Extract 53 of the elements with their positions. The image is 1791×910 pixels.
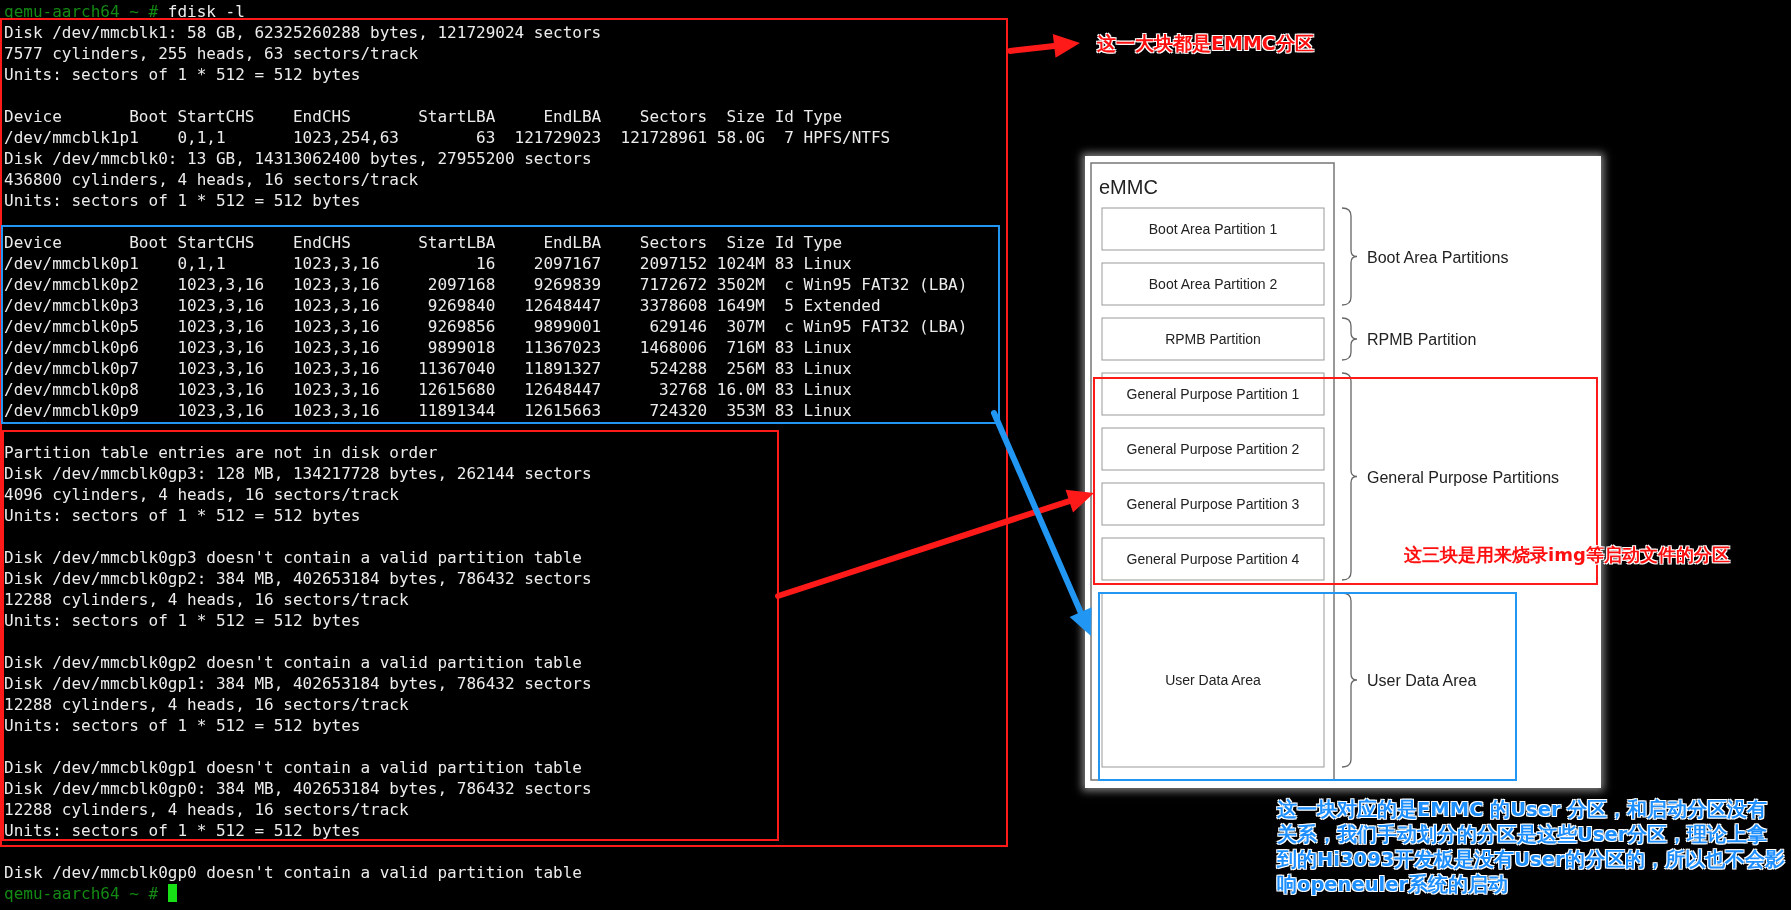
partition-block: RPMB Partition [1101, 317, 1325, 361]
partition-block: General Purpose Partition 3 [1101, 482, 1325, 526]
terminal-line: Units: sectors of 1 * 512 = 512 bytes [4, 715, 361, 736]
curly-brace [1341, 317, 1358, 361]
terminal-line: Units: sectors of 1 * 512 = 512 bytes [4, 505, 361, 526]
terminal-line: 12288 cylinders, 4 heads, 16 sectors/track [4, 589, 409, 610]
partition-block: Boot Area Partition 2 [1101, 262, 1325, 306]
terminal-line: Disk /dev/mmcblk0gp2 doesn't contain a valid partition table [4, 652, 582, 673]
partition-block: General Purpose Partition 1 [1101, 372, 1325, 416]
annotation-text: 这一块对应的是EMMC 的User 分区，和启动分区没有关系，我们手动划分的分区是这些User分区，理论上拿到的Hi3093开发板是没有User的分区的，所以也不会影响openeuler系统的启动 [1277, 797, 1785, 897]
annotation-text: 这一大块都是EMMC分区 [1097, 31, 1314, 56]
terminal-line: Disk /dev/mmcblk1: 58 GB, 62325260288 bytes, 121729024 sectors [4, 22, 602, 43]
partition-block: General Purpose Partition 4 [1101, 537, 1325, 581]
terminal-line: 436800 cylinders, 4 heads, 16 sectors/track [4, 169, 419, 190]
terminal-line: Disk /dev/mmcblk0gp3 doesn't contain a valid partition table [4, 547, 582, 568]
terminal-line: Partition table entries are not in disk order [4, 442, 438, 463]
terminal-line: /dev/mmcblk0p7 1023,3,16 1023,3,16 11367040 11891327 524288 256M 83 Linux [4, 358, 852, 379]
group-label: RPMB Partition [1367, 331, 1477, 348]
terminal-line: Disk /dev/mmcblk0gp1 doesn't contain a valid partition table [4, 757, 582, 778]
terminal-line: 12288 cylinders, 4 heads, 16 sectors/track [4, 799, 409, 820]
terminal-line: Units: sectors of 1 * 512 = 512 bytes [4, 610, 361, 631]
shell-prompt: qemu-aarch64 ~ # [4, 884, 159, 903]
terminal-line: /dev/mmcblk1p1 0,1,1 1023,254,63 63 121729023 121728961 58.0G 7 HPFS/NTFS [4, 127, 891, 148]
group-label: Boot Area Partitions [1367, 248, 1509, 266]
terminal-line: Units: sectors of 1 * 512 = 512 bytes [4, 190, 361, 211]
shell-prompt: qemu-aarch64 ~ # [4, 2, 159, 21]
terminal-line: Units: sectors of 1 * 512 = 512 bytes [4, 64, 361, 85]
diagram-title: eMMC [1099, 176, 1158, 198]
group-label: User Data Area [1367, 672, 1477, 689]
partition-block: User Data Area [1101, 592, 1325, 768]
terminal-line: 4096 cylinders, 4 heads, 16 sectors/track [4, 484, 399, 505]
terminal-line: /dev/mmcblk0p8 1023,3,16 1023,3,16 12615680 12648447 32768 16.0M 83 Linux [4, 379, 852, 400]
partition-block: Boot Area Partition 1 [1101, 207, 1325, 251]
terminal-line: /dev/mmcblk0p3 1023,3,16 1023,3,16 9269840 12648447 3378608 1649M 5 Extended [4, 295, 881, 316]
terminal-line: Units: sectors of 1 * 512 = 512 bytes [4, 820, 361, 841]
terminal-line: Disk /dev/mmcblk0gp2: 384 MB, 402653184 bytes, 786432 sectors [4, 568, 592, 589]
terminal-line: 12288 cylinders, 4 heads, 16 sectors/track [4, 694, 409, 715]
terminal-line: Device Boot StartCHS EndCHS StartLBA EndLBA Sectors Size Id Type [4, 232, 843, 253]
terminal-line: Disk /dev/mmcblk0gp0: 384 MB, 402653184 bytes, 786432 sectors [4, 778, 592, 799]
shell-command: fdisk -l [167, 2, 245, 21]
terminal-line: /dev/mmcblk0p2 1023,3,16 1023,3,16 2097168 9269839 7172672 3502M c Win95 FAT32 (LBA) [4, 274, 968, 295]
terminal-line: /dev/mmcblk0p5 1023,3,16 1023,3,16 9269856 9899001 629146 307M c Win95 FAT32 (LBA) [4, 316, 968, 337]
terminal-line: /dev/mmcblk0p6 1023,3,16 1023,3,16 9899018 11367023 1468006 716M 83 Linux [4, 337, 852, 358]
terminal-line: /dev/mmcblk0p9 1023,3,16 1023,3,16 11891344 12615663 724320 353M 83 Linux [4, 400, 852, 421]
terminal-line: Disk /dev/mmcblk0: 13 GB, 14313062400 bytes, 27955200 sectors [4, 148, 592, 169]
partition-block: General Purpose Partition 2 [1101, 427, 1325, 471]
group-label: General Purpose Partitions [1367, 468, 1560, 486]
terminal-line: Disk /dev/mmcblk0gp1: 384 MB, 402653184 bytes, 786432 sectors [4, 673, 592, 694]
terminal-line: Disk /dev/mmcblk0gp0 doesn't contain a valid partition table [4, 862, 582, 883]
terminal-line: /dev/mmcblk0p1 0,1,1 1023,3,16 16 2097167 2097152 1024M 83 Linux [4, 253, 852, 274]
terminal-line: Disk /dev/mmcblk0gp3: 128 MB, 134217728 bytes, 262144 sectors [4, 463, 592, 484]
terminal-line: Device Boot StartCHS EndCHS StartLBA EndLBA Sectors Size Id Type [4, 106, 843, 127]
terminal-line: 7577 cylinders, 255 heads, 63 sectors/track [4, 43, 419, 64]
